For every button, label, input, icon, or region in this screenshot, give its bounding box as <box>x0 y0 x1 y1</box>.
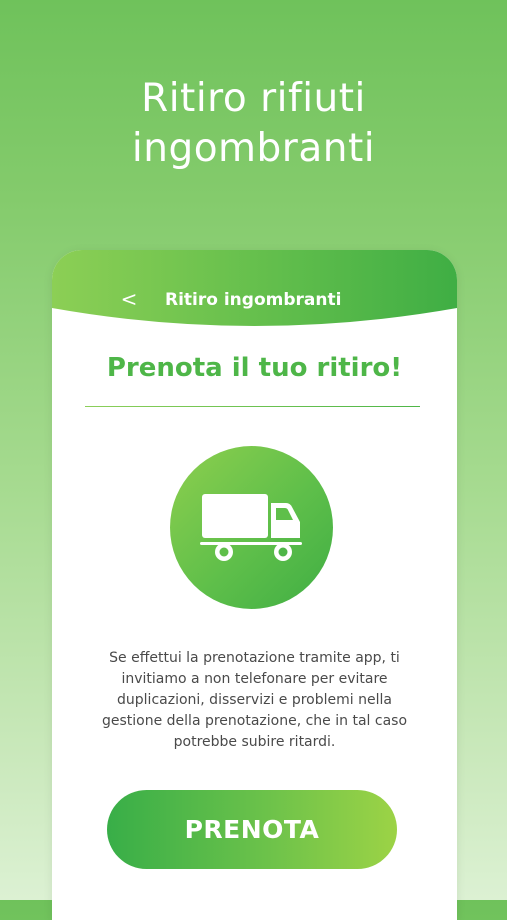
promo-title-line1: Ritiro rifiuti <box>141 76 366 121</box>
promo-title: Ritiro rifiuti ingombranti <box>0 74 507 174</box>
app-header: < Ritiro ingombranti <box>52 250 457 340</box>
chevron-left-icon: < <box>120 287 138 311</box>
back-button[interactable]: < <box>118 286 140 312</box>
info-text: Se effettui la prenotazione tramite app,… <box>101 650 408 750</box>
heading-divider <box>85 406 420 407</box>
truck-icon <box>200 494 302 561</box>
truck-icon-badge <box>170 446 333 609</box>
prenota-button[interactable]: PRENOTA <box>107 790 397 869</box>
page-heading: Prenota il tuo ritiro! <box>106 353 403 383</box>
phone-screen: < Ritiro ingombranti Prenota il tuo riti… <box>52 250 457 920</box>
header-title: Ritiro ingombranti <box>165 290 342 310</box>
promo-title-line2: ingombranti <box>131 126 376 171</box>
